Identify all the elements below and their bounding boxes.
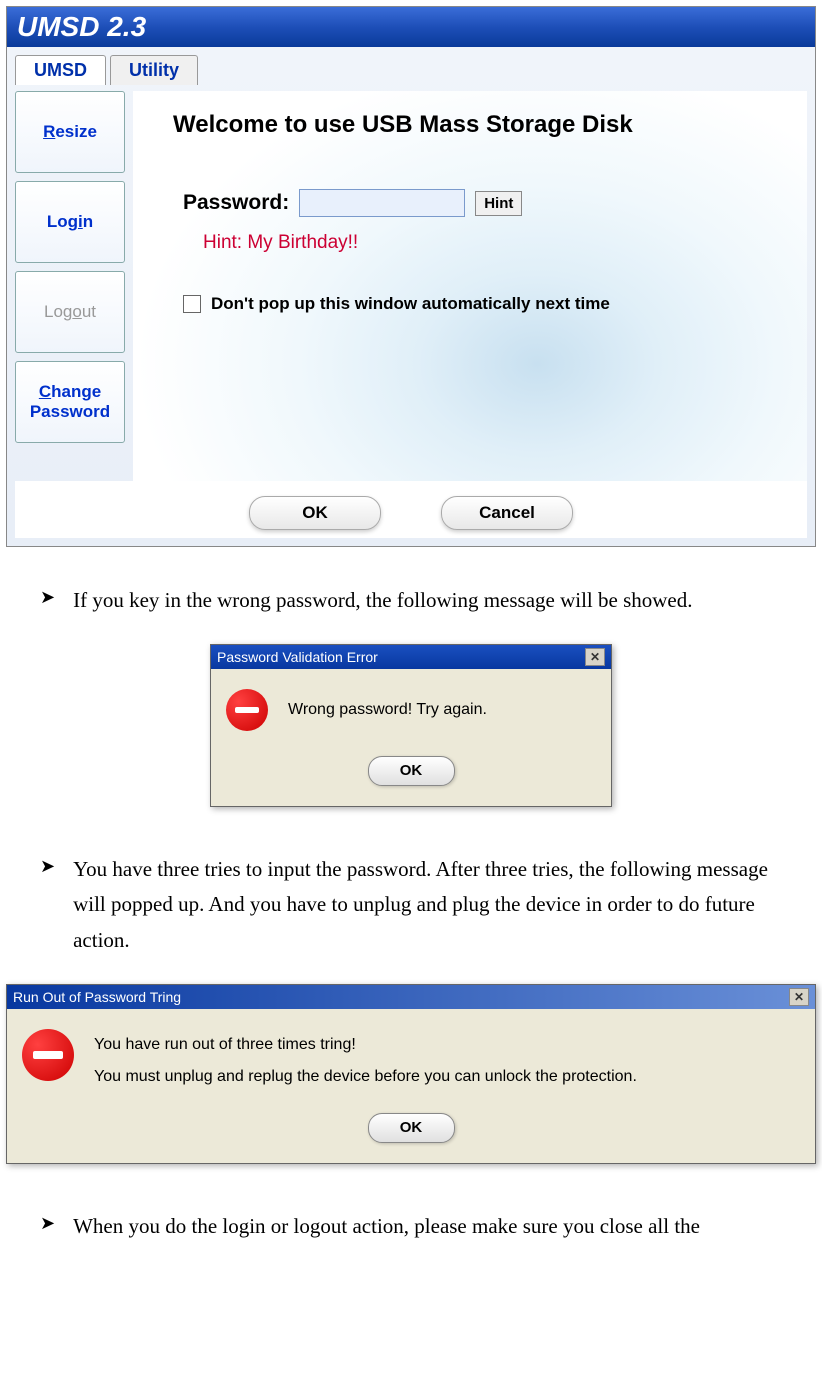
bullet-text-2: You have three tries to input the passwo… [73, 852, 782, 959]
checkbox-label: Don't pop up this window automatically n… [211, 294, 610, 314]
welcome-heading: Welcome to use USB Mass Storage Disk [173, 111, 787, 139]
dialog-button-row: OK [211, 751, 611, 806]
dialog-messages: You have run out of three times tring! Y… [94, 1029, 637, 1093]
error-icon [22, 1029, 74, 1081]
cancel-button[interactable]: Cancel [441, 496, 573, 530]
document-text: ➤ When you do the login or logout action… [0, 1179, 822, 1265]
window-title: UMSD 2.3 [17, 11, 146, 42]
dialog-title: Password Validation Error [217, 649, 378, 665]
dont-popup-checkbox[interactable] [183, 295, 201, 313]
resize-button[interactable]: Resize [15, 91, 125, 173]
main-panel: Welcome to use USB Mass Storage Disk Pas… [133, 91, 807, 481]
tab-utility[interactable]: Utility [110, 55, 198, 85]
bullet-item-2: ➤ You have three tries to input the pass… [40, 852, 782, 959]
ok-button[interactable]: OK [249, 496, 381, 530]
dialog-title: Run Out of Password Tring [13, 989, 181, 1005]
password-input[interactable] [299, 189, 465, 217]
tab-umsd[interactable]: UMSD [15, 55, 106, 85]
dialog-titlebar: Run Out of Password Tring ✕ [7, 985, 815, 1009]
dialog-message-1: You have run out of three times tring! [94, 1029, 637, 1061]
bullet-text-1: If you key in the wrong password, the fo… [73, 583, 692, 619]
dialog-message-2: You must unplug and replug the device be… [94, 1061, 637, 1093]
dialog-titlebar: Password Validation Error ✕ [211, 645, 611, 669]
login-button[interactable]: Login [15, 181, 125, 263]
document-text: ➤ If you key in the wrong password, the … [0, 553, 822, 639]
error-message: Wrong password! Try again. [288, 701, 487, 719]
bullet-item-1: ➤ If you key in the wrong password, the … [40, 583, 782, 619]
run-out-dialog: Run Out of Password Tring ✕ You have run… [6, 984, 816, 1164]
error-icon [226, 689, 268, 731]
password-error-dialog: Password Validation Error ✕ Wrong passwo… [210, 644, 612, 807]
hint-button[interactable]: Hint [475, 191, 522, 216]
checkbox-row: Don't pop up this window automatically n… [183, 294, 787, 314]
window-body: UMSD Utility Resize Login Logout ChangeP… [7, 47, 815, 546]
document-text: ➤ You have three tries to input the pass… [0, 822, 822, 979]
hint-text: Hint: My Birthday!! [203, 232, 787, 254]
content-area: Resize Login Logout ChangePassword Welco… [15, 91, 807, 481]
dialog-button-row: OK [7, 1103, 815, 1163]
change-password-button[interactable]: ChangePassword [15, 361, 125, 443]
window-titlebar: UMSD 2.3 [7, 7, 815, 47]
bullet-text-3: When you do the login or logout action, … [73, 1209, 700, 1245]
umsd-main-window: UMSD 2.3 UMSD Utility Resize Login Logou… [6, 6, 816, 547]
logout-button: Logout [15, 271, 125, 353]
close-icon[interactable]: ✕ [585, 648, 605, 666]
bullet-item-3: ➤ When you do the login or logout action… [40, 1209, 782, 1245]
password-label: Password: [183, 191, 289, 215]
bullet-icon: ➤ [40, 856, 55, 959]
bullet-icon: ➤ [40, 587, 55, 619]
dialog-ok-button[interactable]: OK [368, 756, 455, 786]
close-icon[interactable]: ✕ [789, 988, 809, 1006]
bullet-icon: ➤ [40, 1213, 55, 1245]
bottom-button-bar: OK Cancel [15, 481, 807, 538]
dialog-ok-button[interactable]: OK [368, 1113, 455, 1143]
dialog-body: You have run out of three times tring! Y… [7, 1009, 815, 1103]
dialog-body: Wrong password! Try again. [211, 669, 611, 751]
tab-bar: UMSD Utility [15, 55, 807, 85]
side-button-panel: Resize Login Logout ChangePassword [15, 91, 125, 481]
password-row: Password: Hint [183, 189, 787, 217]
